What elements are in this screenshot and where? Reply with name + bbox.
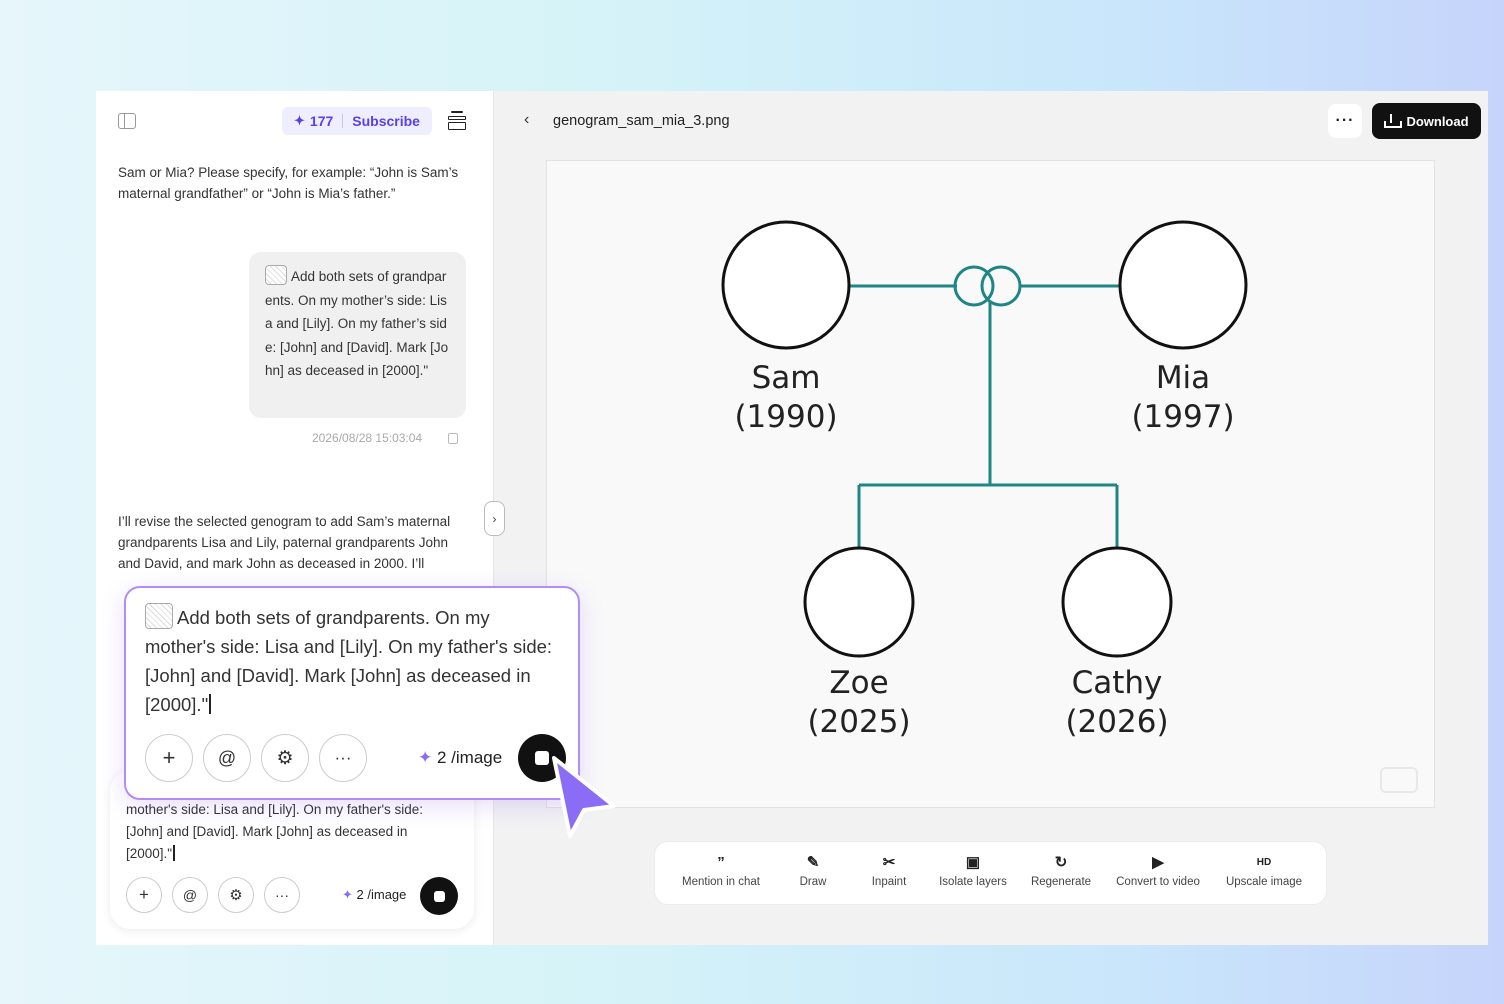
zoomed-chat-composer[interactable]: Add both sets of grandparents. On my mot… bbox=[124, 586, 580, 800]
mention-button[interactable]: @ bbox=[172, 877, 208, 913]
person-node-mia bbox=[1118, 220, 1248, 350]
add-button[interactable]: + bbox=[126, 877, 162, 913]
sparkle-icon: ✦ bbox=[294, 113, 305, 128]
video-icon: ▶ bbox=[1152, 854, 1164, 871]
credits-badge[interactable]: ✦ 177 Subscribe bbox=[282, 107, 432, 135]
user-message-text: Add both sets of grandparents. On my mot… bbox=[265, 269, 449, 378]
watermark-icon bbox=[1380, 767, 1418, 793]
person-node-cathy bbox=[1061, 546, 1173, 658]
collapse-panel-button[interactable]: › bbox=[484, 501, 505, 536]
divider bbox=[342, 114, 344, 128]
person-year-cathy: (2026) bbox=[1065, 704, 1168, 740]
file-name: genogram_sam_mia_3.png bbox=[553, 113, 730, 129]
cost-label: ✦ 2 /image bbox=[342, 887, 407, 902]
person-name-sam: Sam bbox=[752, 360, 821, 396]
app-window: ✦ 177 Subscribe Sam or Mia? Please speci… bbox=[96, 91, 1488, 945]
image-toolbar: ” Mention in chat ✎ Draw ✂ Inpaint ▣ Isolate… bbox=[654, 841, 1327, 905]
copy-icon[interactable] bbox=[448, 433, 458, 444]
mention-button[interactable]: @ bbox=[203, 734, 251, 782]
person-node-sam bbox=[721, 220, 851, 350]
person-year-mia: (1997) bbox=[1131, 399, 1234, 435]
assistant-message: Sam or Mia? Please specify, for example:… bbox=[118, 165, 459, 201]
person-name-zoe: Zoe bbox=[829, 665, 888, 701]
credits-amount: 177 bbox=[309, 113, 334, 129]
subscribe-link[interactable]: Subscribe bbox=[352, 113, 420, 129]
more-options-button[interactable]: ··· bbox=[319, 734, 367, 782]
scissors-icon: ✂ bbox=[882, 854, 896, 871]
stop-button[interactable] bbox=[420, 877, 458, 915]
screenshot-frame: ✦ 177 Subscribe Sam or Mia? Please speci… bbox=[0, 0, 1504, 1004]
more-options-button[interactable]: ··· bbox=[264, 877, 300, 913]
mouse-cursor-icon bbox=[552, 756, 616, 838]
person-name-mia: Mia bbox=[1156, 360, 1210, 396]
user-message-bubble: Add both sets of grandparents. On my mot… bbox=[249, 252, 466, 418]
composer-input[interactable]: mother's side: Lisa and [Lily]. On my fa… bbox=[126, 799, 456, 865]
genogram-lines bbox=[849, 265, 1120, 550]
image-canvas[interactable]: Sam (1990) Mia (1997) Zoe (2025) Cathy (… bbox=[546, 160, 1435, 808]
image-thumbnail-icon bbox=[145, 603, 173, 629]
person-year-sam: (1990) bbox=[734, 399, 837, 435]
brush-icon: ✎ bbox=[806, 854, 820, 871]
model-icon[interactable]: ⚙ bbox=[261, 734, 309, 782]
tool-draw[interactable]: ✎ Draw bbox=[783, 852, 843, 888]
cost-label: ✦ 2 /image bbox=[418, 748, 503, 767]
tool-isolate-layers[interactable]: ▣ Isolate layers bbox=[935, 852, 1011, 888]
hd-icon: HD bbox=[1256, 857, 1272, 868]
model-icon[interactable]: ⚙ bbox=[218, 877, 254, 913]
zoomed-composer-input[interactable]: Add both sets of grandparents. On my mot… bbox=[145, 603, 560, 719]
download-icon bbox=[1384, 114, 1403, 128]
more-menu-button[interactable]: ··· bbox=[1328, 104, 1362, 138]
sparkle-icon: ✦ bbox=[342, 887, 353, 902]
marriage-ring-right bbox=[980, 265, 1022, 307]
layers-icon: ▣ bbox=[965, 854, 981, 871]
person-node-zoe bbox=[803, 546, 915, 658]
download-button[interactable]: Download bbox=[1372, 103, 1481, 139]
quote-icon: ” bbox=[717, 854, 725, 871]
tool-inpaint[interactable]: ✂ Inpaint bbox=[857, 852, 921, 888]
assistant-reply: I’ll revise the selected genogram to add… bbox=[118, 514, 451, 571]
sparkle-icon: ✦ bbox=[418, 748, 433, 767]
person-name-cathy: Cathy bbox=[1072, 665, 1163, 701]
genogram-diagram: Sam (1990) Mia (1997) Zoe (2025) Cathy (… bbox=[721, 220, 1248, 740]
sidebar-toggle-icon[interactable] bbox=[118, 113, 136, 129]
tool-regenerate[interactable]: ↻ Regenerate bbox=[1025, 852, 1097, 888]
back-arrow-icon[interactable]: ‹ bbox=[524, 111, 529, 129]
chat-panel: ✦ 177 Subscribe Sam or Mia? Please speci… bbox=[96, 91, 494, 945]
refresh-icon: ↻ bbox=[1054, 854, 1068, 871]
add-button[interactable]: + bbox=[145, 734, 193, 782]
message-timestamp: 2026/08/28 15:03:04 bbox=[312, 431, 423, 445]
tool-mention-in-chat[interactable]: ” Mention in chat bbox=[673, 852, 769, 888]
history-stack-icon[interactable] bbox=[448, 111, 466, 131]
tool-upscale-image[interactable]: HD Upscale image bbox=[1219, 852, 1309, 888]
image-thumbnail-icon bbox=[265, 265, 287, 285]
tool-convert-to-video[interactable]: ▶ Convert to video bbox=[1111, 852, 1205, 888]
person-year-zoe: (2025) bbox=[807, 704, 910, 740]
